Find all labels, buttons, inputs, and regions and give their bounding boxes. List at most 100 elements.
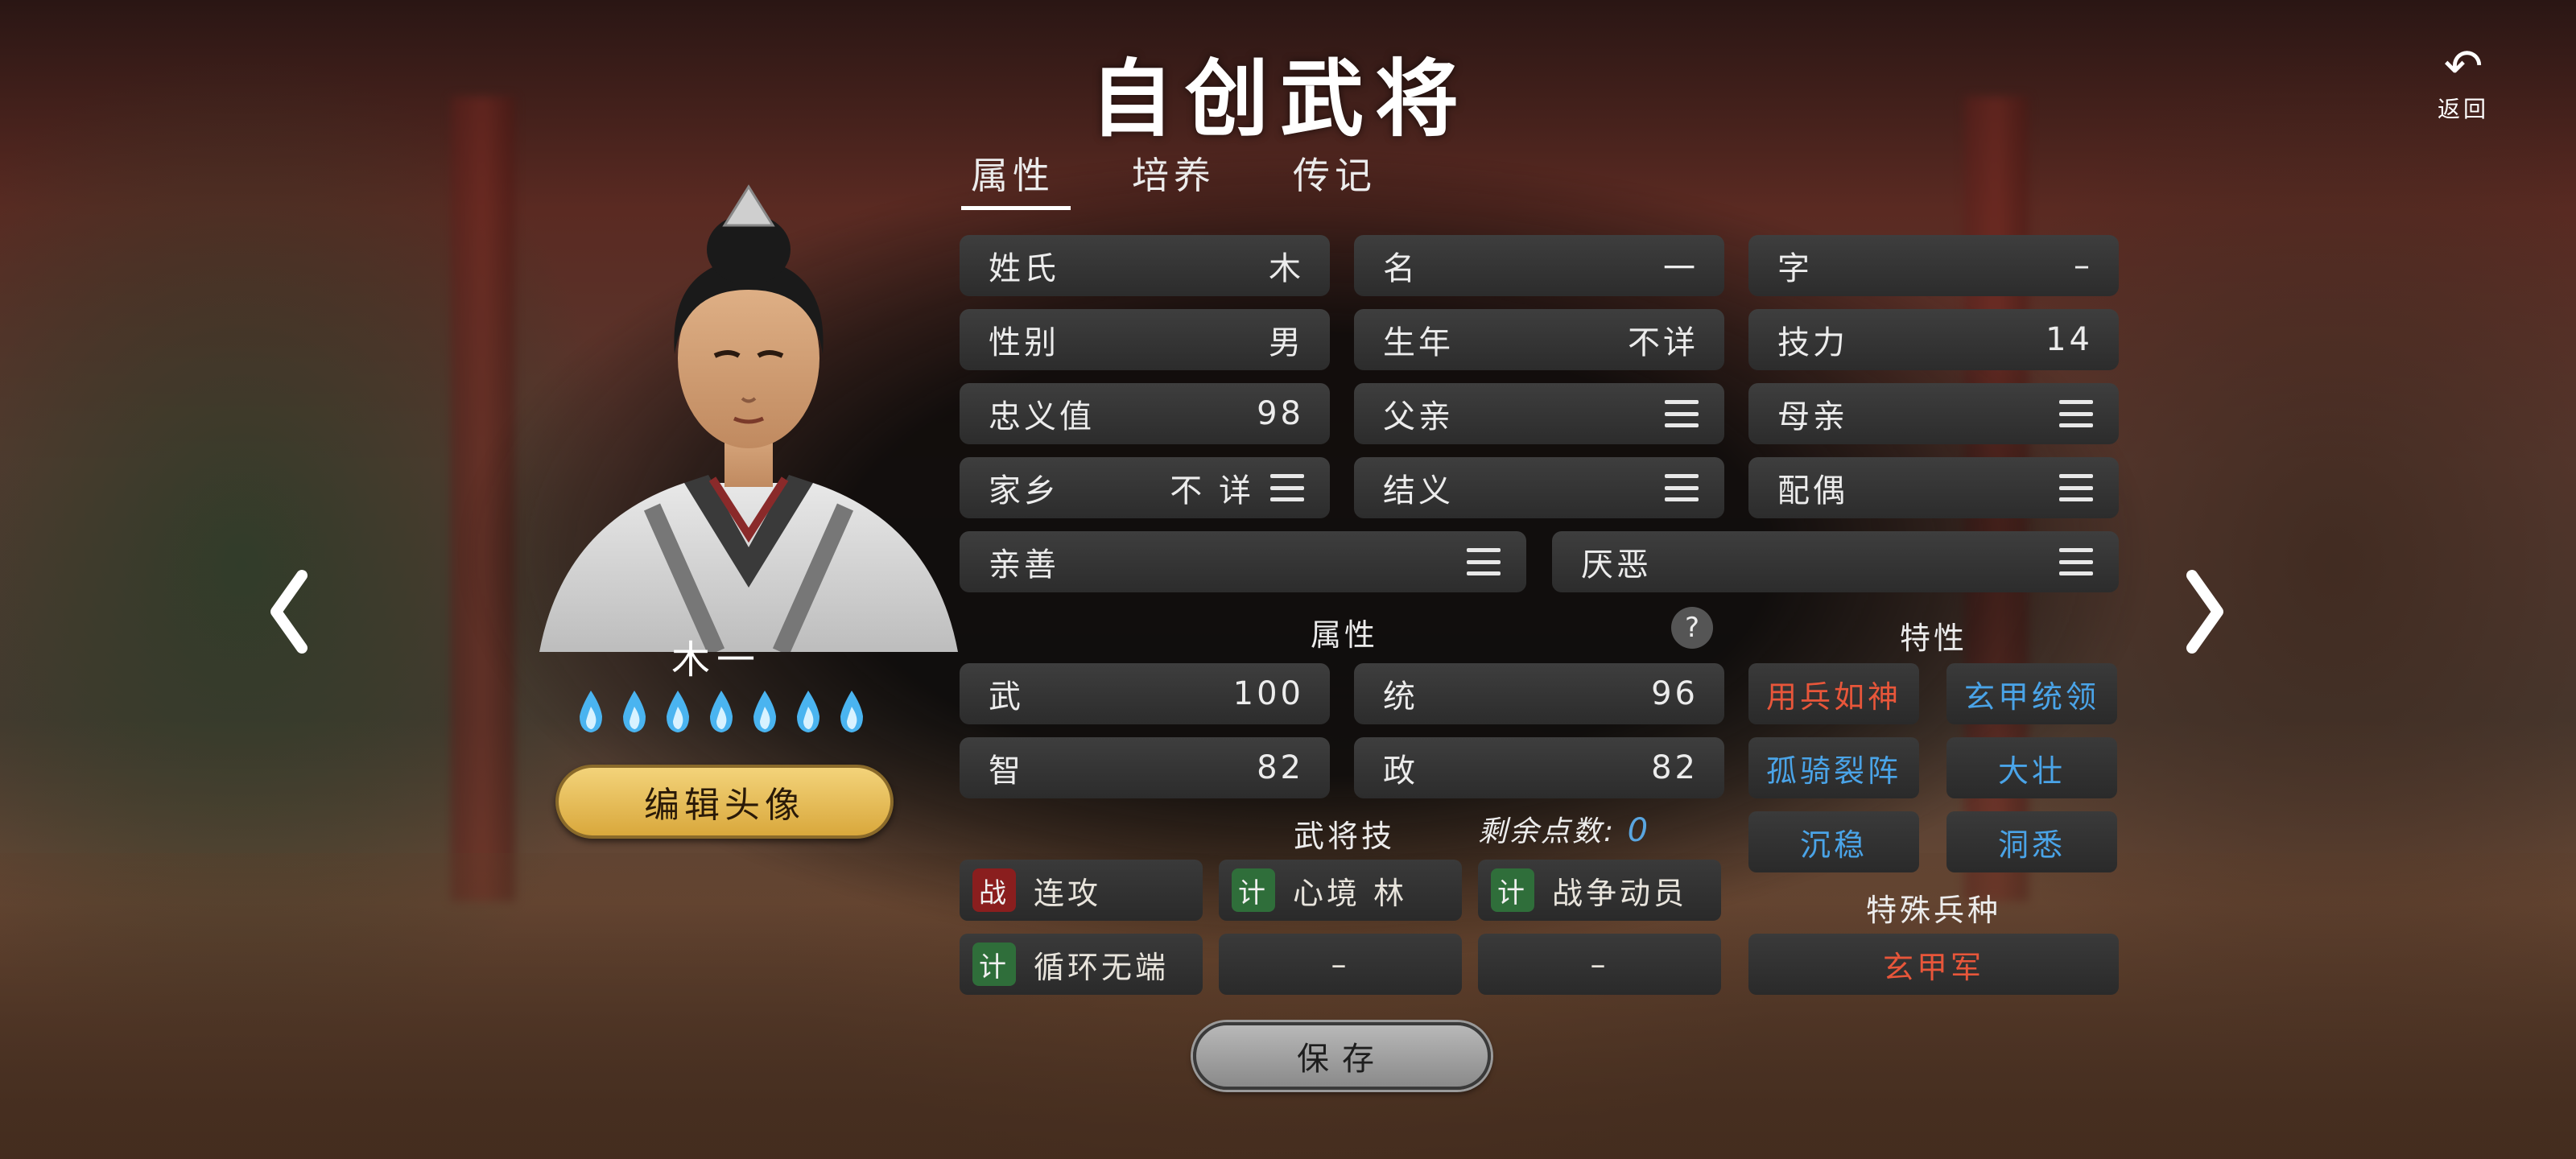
dislike-field[interactable]: 厌恶 (1552, 531, 2119, 592)
attributes-header: 属性 (1310, 617, 1378, 653)
menu-icon[interactable] (1665, 400, 1699, 427)
blue-flame-icon (840, 691, 863, 732)
trait-item[interactable]: 大壮 (1946, 737, 2117, 798)
skill-slot[interactable]: 计 战争动员 (1478, 860, 1721, 921)
menu-icon[interactable] (1270, 474, 1304, 501)
chevron-right-icon (2186, 570, 2223, 654)
hometown-field[interactable]: 家乡 不 详 (960, 457, 1330, 518)
skill-name: 战争动员 (1552, 875, 1688, 911)
sworn-sibling-field[interactable]: 结义 (1354, 457, 1724, 518)
sworn-sibling-label: 结义 (1383, 472, 1454, 509)
war-stat-value: 100 (1232, 675, 1304, 712)
command-stat-field[interactable]: 统 96 (1354, 663, 1724, 724)
skill-slot[interactable]: 战 连攻 (960, 860, 1203, 921)
spouse-field[interactable]: 配偶 (1748, 457, 2119, 518)
mother-label: 母亲 (1777, 398, 1848, 435)
special-troop-header: 特殊兵种 (1865, 893, 2001, 928)
blue-flame-icon (710, 691, 733, 732)
gender-field[interactable]: 性别 男 (960, 309, 1330, 370)
friendly-label: 亲善 (989, 547, 1059, 584)
menu-icon[interactable] (2059, 400, 2093, 427)
father-field[interactable]: 父亲 (1354, 383, 1724, 444)
intellect-stat-value: 82 (1257, 749, 1304, 786)
given-name-label: 名 (1383, 250, 1418, 287)
skills-header: 武将技 (1293, 819, 1395, 854)
back-button-label: 返回 (2437, 96, 2489, 122)
save-button[interactable]: 保存 (1193, 1022, 1491, 1090)
gender-label: 性别 (989, 324, 1059, 361)
empty-skill-slot[interactable]: – (1219, 934, 1462, 995)
courtesy-name-value: – (2074, 247, 2093, 284)
menu-icon[interactable] (1467, 548, 1501, 575)
skill-power-value: 14 (2046, 321, 2093, 358)
politics-stat-value: 82 (1651, 749, 1699, 786)
politics-stat-field[interactable]: 政 82 (1354, 737, 1724, 798)
politics-stat-label: 政 (1383, 753, 1418, 790)
command-stat-label: 统 (1383, 678, 1418, 716)
command-stat-value: 96 (1651, 675, 1699, 712)
surname-field[interactable]: 姓氏 木 (960, 235, 1330, 296)
war-stat-field[interactable]: 武 100 (960, 663, 1330, 724)
trait-item[interactable]: 孤骑裂阵 (1748, 737, 1919, 798)
hometown-value: 不 详 (1170, 472, 1254, 509)
tab-bar: 属性 培养 传记 (958, 146, 1441, 211)
given-name-field[interactable]: 名 一 (1354, 235, 1724, 296)
general-name: 木一 (671, 637, 762, 683)
skill-slot[interactable]: 计 心境 林 (1219, 860, 1462, 921)
courtesy-name-label: 字 (1777, 250, 1813, 287)
skill-power-field[interactable]: 技力 14 (1748, 309, 2119, 370)
star-rating-flames (573, 689, 879, 737)
loyalty-field[interactable]: 忠义值 98 (960, 383, 1330, 444)
gender-value: 男 (1269, 324, 1304, 361)
menu-icon[interactable] (2059, 474, 2093, 501)
edit-avatar-button[interactable]: 编辑头像 (555, 765, 894, 839)
blue-flame-icon (623, 691, 646, 732)
skill-type-badge: 计 (1232, 868, 1275, 912)
friendly-field[interactable]: 亲善 (960, 531, 1526, 592)
help-icon[interactable]: ? (1671, 607, 1713, 649)
tab-attributes[interactable]: 属性 (958, 146, 1119, 211)
surname-value: 木 (1269, 250, 1304, 287)
intellect-stat-field[interactable]: 智 82 (960, 737, 1330, 798)
remaining-points: 剩余点数: 0 (1478, 808, 1650, 850)
birth-year-label: 生年 (1383, 324, 1454, 361)
trait-item[interactable]: 洞悉 (1946, 811, 2117, 872)
skill-name: – (1331, 947, 1350, 982)
skill-type-badge: 计 (972, 942, 1016, 986)
back-button[interactable]: ↶ 返回 (2407, 40, 2520, 129)
trait-item[interactable]: 用兵如神 (1748, 663, 1919, 724)
next-arrow-button[interactable] (2172, 563, 2236, 660)
traits-header: 特性 (1899, 621, 1967, 656)
skill-slot[interactable]: 计 循环无端 (960, 934, 1203, 995)
birth-year-value: 不详 (1628, 324, 1699, 361)
empty-skill-slot[interactable]: – (1478, 934, 1721, 995)
birth-year-field[interactable]: 生年 不详 (1354, 309, 1724, 370)
intellect-stat-label: 智 (989, 753, 1024, 790)
courtesy-name-field[interactable]: 字 – (1748, 235, 2119, 296)
trait-item[interactable]: 玄甲统领 (1946, 663, 2117, 724)
mother-field[interactable]: 母亲 (1748, 383, 2119, 444)
surname-label: 姓氏 (989, 250, 1059, 287)
skill-type-badge: 计 (1491, 868, 1534, 912)
tab-biography[interactable]: 传记 (1280, 146, 1441, 211)
general-portrait (539, 184, 958, 652)
tab-training[interactable]: 培养 (1119, 146, 1280, 211)
war-stat-label: 武 (989, 678, 1024, 716)
given-name-value: 一 (1663, 250, 1699, 287)
skill-power-label: 技力 (1777, 324, 1848, 361)
menu-icon[interactable] (1665, 474, 1699, 501)
menu-icon[interactable] (2059, 548, 2093, 575)
prev-arrow-button[interactable] (258, 563, 322, 660)
blue-flame-icon (753, 691, 776, 732)
trait-item[interactable]: 沉稳 (1748, 811, 1919, 872)
skill-name: 循环无端 (1034, 949, 1170, 985)
blue-flame-icon (580, 691, 602, 732)
father-label: 父亲 (1383, 398, 1454, 435)
undo-arrow-icon: ↶ (2443, 39, 2483, 93)
dislike-label: 厌恶 (1581, 547, 1652, 584)
blue-flame-icon (667, 691, 689, 732)
page-title: 自创武将 (1089, 49, 1470, 148)
remaining-points-value: 0 (1627, 812, 1651, 849)
special-troop-field[interactable]: 玄甲军 (1748, 934, 2119, 995)
skill-name: 连攻 (1034, 875, 1102, 911)
